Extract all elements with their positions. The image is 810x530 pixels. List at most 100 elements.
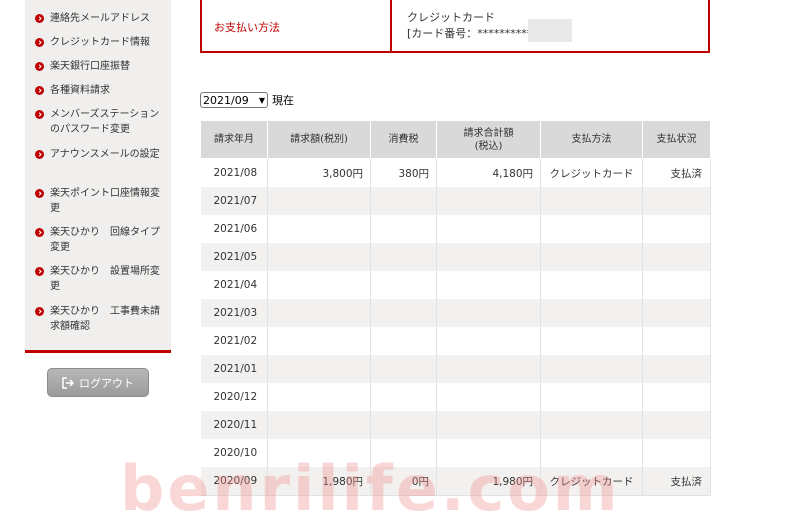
sidebar: 連絡先メールアドレス クレジットカード情報 楽天銀行口座振替 各種資料請求 メン…	[25, 0, 171, 350]
table-header-row: 請求年月 請求額(税別) 消費税 請求合計額 (税込) 支払方法 支払状況	[200, 120, 711, 159]
cell-payment-status	[642, 383, 711, 411]
cell-total-incl-tax	[436, 327, 541, 355]
bullet-arrow-icon	[35, 110, 44, 119]
bullet-arrow-icon	[35, 86, 44, 95]
cell-billing-month: 2021/07	[200, 187, 268, 215]
cell-amount-excl-tax	[267, 383, 371, 411]
cell-amount-excl-tax: 3,800円	[267, 158, 371, 187]
table-row: 2021/06	[200, 215, 711, 243]
cell-amount-excl-tax	[267, 187, 371, 215]
cell-total-incl-tax	[436, 439, 541, 467]
cell-payment-method: クレジットカード	[540, 158, 643, 187]
cell-amount-excl-tax	[267, 215, 371, 243]
bullet-arrow-icon	[35, 14, 44, 23]
sidebar-item-label: 楽天ひかり 工事費未請求額確認	[50, 306, 160, 332]
cell-total-incl-tax	[436, 355, 541, 383]
cell-payment-method	[540, 243, 643, 271]
logout-label: ログアウト	[79, 376, 134, 390]
cell-consumption-tax	[370, 187, 437, 215]
cell-consumption-tax: 380円	[370, 158, 437, 187]
cell-payment-status	[642, 411, 711, 439]
cell-amount-excl-tax	[267, 439, 371, 467]
sidebar-item-label: 楽天銀行口座振替	[50, 61, 130, 72]
sidebar-item-label: 楽天ポイント口座情報変更	[50, 188, 160, 214]
bullet-arrow-icon	[35, 228, 44, 237]
cell-consumption-tax	[370, 355, 437, 383]
payment-method-label-cell: お支払い方法	[202, 0, 392, 51]
cell-billing-month: 2020/11	[200, 411, 268, 439]
cell-amount-excl-tax: 1,980円	[267, 467, 371, 496]
bullet-arrow-icon	[35, 62, 44, 71]
header-billing-month: 請求年月	[200, 120, 268, 159]
table-row: 2020/12	[200, 383, 711, 411]
cell-payment-method	[540, 355, 643, 383]
cell-total-incl-tax	[436, 299, 541, 327]
payment-method-box: お支払い方法 クレジットカード [カード番号：*************	[200, 0, 710, 53]
bullet-arrow-icon	[35, 267, 44, 276]
month-select-value: 2021/09	[203, 93, 249, 107]
cell-amount-excl-tax	[267, 299, 371, 327]
logout-button[interactable]: ログアウト	[47, 368, 149, 397]
sidebar-divider	[25, 350, 171, 353]
header-payment-method: 支払方法	[540, 120, 643, 159]
cell-payment-status	[642, 215, 711, 243]
cell-payment-method	[540, 383, 643, 411]
cell-consumption-tax	[370, 243, 437, 271]
cell-consumption-tax	[370, 383, 437, 411]
table-row: 2021/08 3,800円 380円 4,180円 クレジットカード 支払済	[200, 158, 711, 187]
cell-total-incl-tax	[436, 383, 541, 411]
redaction-mask	[528, 19, 572, 42]
cell-consumption-tax	[370, 327, 437, 355]
cell-billing-month: 2020/12	[200, 383, 268, 411]
cell-consumption-tax	[370, 271, 437, 299]
table-row: 2021/07	[200, 187, 711, 215]
bullet-arrow-icon	[35, 189, 44, 198]
chevron-down-icon: ▼	[258, 95, 265, 105]
table-row: 2021/01	[200, 355, 711, 383]
cell-amount-excl-tax	[267, 355, 371, 383]
billing-table: 請求年月 請求額(税別) 消費税 請求合計額 (税込) 支払方法 支払状況 20…	[200, 120, 711, 496]
cell-billing-month: 2021/06	[200, 215, 268, 243]
cell-payment-method	[540, 439, 643, 467]
cell-payment-status	[642, 187, 711, 215]
cell-payment-status: 支払済	[642, 467, 711, 496]
cell-total-incl-tax: 4,180円	[436, 158, 541, 187]
sidebar-item-label: メンバーズステーションのパスワード変更	[50, 109, 160, 135]
cell-billing-month: 2021/02	[200, 327, 268, 355]
table-row: 2020/11	[200, 411, 711, 439]
cell-payment-status	[642, 355, 711, 383]
sidebar-item-label: 連絡先メールアドレス	[50, 13, 150, 24]
cell-payment-status	[642, 327, 711, 355]
bullet-arrow-icon	[35, 38, 44, 47]
cell-consumption-tax	[370, 215, 437, 243]
cell-billing-month: 2021/08	[200, 158, 268, 187]
cell-consumption-tax	[370, 299, 437, 327]
sidebar-item-label: 各種資料請求	[50, 85, 110, 96]
cell-payment-status	[642, 271, 711, 299]
cell-consumption-tax	[370, 411, 437, 439]
cell-payment-status	[642, 299, 711, 327]
table-row: 2020/09 1,980円 0円 1,980円 クレジットカード 支払済	[200, 467, 711, 496]
header-total-incl-tax: 請求合計額 (税込)	[436, 120, 541, 159]
table-row: 2021/05	[200, 243, 711, 271]
sidebar-item-label: 楽天ひかり 設置場所変更	[50, 266, 160, 292]
header-consumption-tax: 消費税	[370, 120, 437, 159]
cell-total-incl-tax	[436, 271, 541, 299]
cell-total-incl-tax: 1,980円	[436, 467, 541, 496]
bullet-arrow-icon	[35, 307, 44, 316]
cell-payment-status	[642, 243, 711, 271]
cell-payment-status: 支払済	[642, 158, 711, 187]
cell-payment-method	[540, 187, 643, 215]
cell-payment-method	[540, 327, 643, 355]
cell-total-incl-tax	[436, 411, 541, 439]
cell-billing-month: 2021/04	[200, 271, 268, 299]
month-select[interactable]: 2021/09 ▼	[200, 92, 268, 108]
cell-amount-excl-tax	[267, 327, 371, 355]
table-row: 2021/04	[200, 271, 711, 299]
month-suffix: 現在	[272, 94, 294, 107]
cell-billing-month: 2021/05	[200, 243, 268, 271]
cell-payment-status	[642, 439, 711, 467]
cell-amount-excl-tax	[267, 271, 371, 299]
bullet-arrow-icon	[35, 150, 44, 159]
header-amount-excl-tax: 請求額(税別)	[267, 120, 371, 159]
